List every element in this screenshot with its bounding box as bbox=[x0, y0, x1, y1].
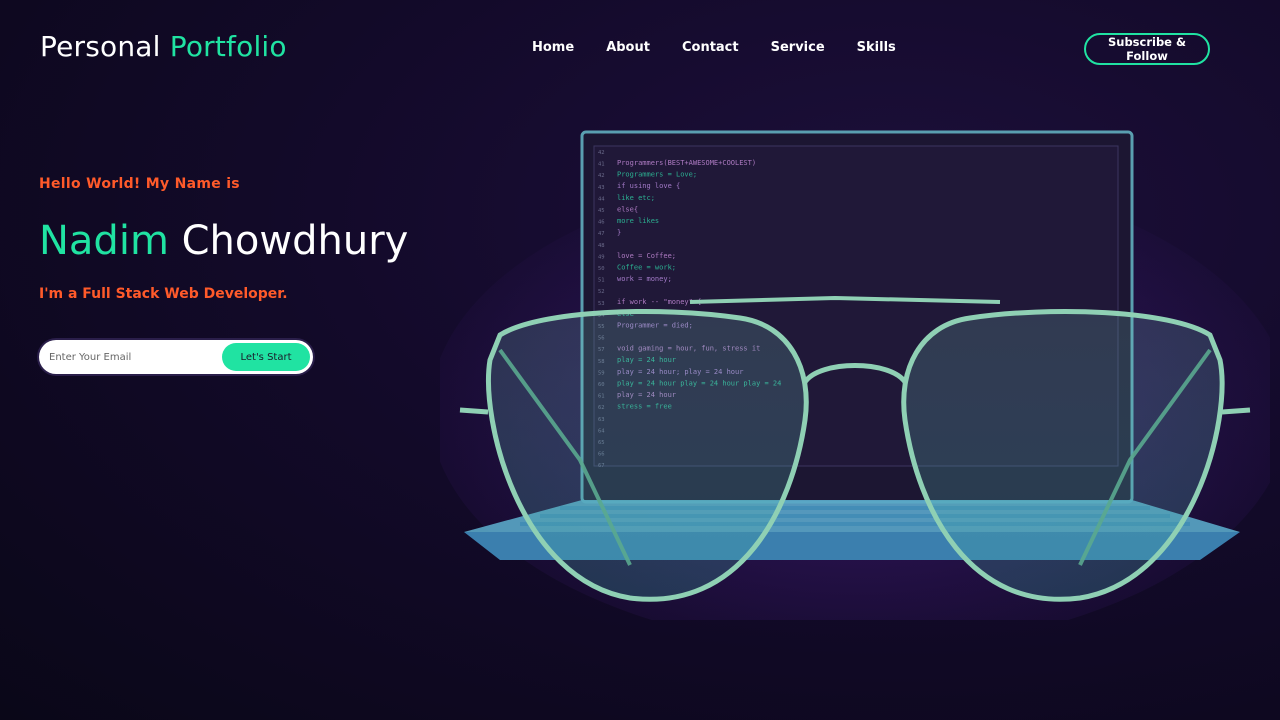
main-menu: Home About Contact Service Skills bbox=[532, 40, 928, 55]
code-line: Coffee = work; bbox=[617, 263, 676, 271]
top-navbar: Personal Portfolio Home About Contact Se… bbox=[0, 0, 1280, 96]
code-line-number: 49 bbox=[598, 254, 605, 260]
code-line: if using love { bbox=[617, 182, 680, 190]
code-line-number: 52 bbox=[598, 289, 605, 295]
laptop-glasses-illustration: 4241424344454647484950515253545556575859… bbox=[440, 130, 1270, 620]
hero-role: I'm a Full Stack Web Developer. bbox=[39, 286, 288, 302]
code-line-number: 48 bbox=[598, 243, 605, 249]
hero-last-name: Chowdhury bbox=[181, 218, 409, 264]
code-line: if work -- "money" { bbox=[617, 298, 701, 306]
code-line-number: 53 bbox=[598, 301, 605, 307]
nav-link-service[interactable]: Service bbox=[771, 40, 825, 55]
nav-link-skills[interactable]: Skills bbox=[857, 40, 896, 55]
subscribe-follow-button[interactable]: Subscribe & Follow bbox=[1084, 33, 1210, 65]
nav-link-home[interactable]: Home bbox=[532, 40, 574, 55]
code-line: love = Coffee; bbox=[617, 252, 676, 260]
code-line: like etc; bbox=[617, 194, 655, 202]
code-line: else{ bbox=[617, 205, 638, 213]
code-line: more likes bbox=[617, 217, 659, 225]
lets-start-button[interactable]: Let's Start bbox=[222, 343, 310, 371]
email-input[interactable] bbox=[49, 340, 219, 374]
brand-second-word: Portfolio bbox=[169, 30, 287, 63]
code-line-number: 47 bbox=[598, 231, 605, 237]
hero-greeting: Hello World! My Name is bbox=[39, 176, 240, 192]
hero-intro: Hello World! My Name is Nadim Chowdhury … bbox=[39, 176, 459, 302]
code-line-number: 43 bbox=[598, 185, 605, 191]
email-signup-form: Let's Start bbox=[39, 340, 313, 374]
code-line-number: 44 bbox=[598, 196, 605, 202]
code-line-number: 41 bbox=[598, 162, 605, 168]
code-line-number: 51 bbox=[598, 278, 605, 284]
code-line: Programmers(BEST+AWESOME+COOLEST) bbox=[617, 159, 756, 167]
code-line: } bbox=[617, 229, 621, 237]
nav-link-about[interactable]: About bbox=[606, 40, 650, 55]
code-line-number: 50 bbox=[598, 266, 605, 272]
brand-first-word: Personal bbox=[40, 30, 161, 63]
code-line: work = money; bbox=[617, 275, 672, 283]
code-line-number: 42 bbox=[598, 173, 605, 179]
hero-first-name: Nadim bbox=[39, 218, 169, 264]
code-line-number: 42 bbox=[598, 150, 605, 156]
hero-name: Nadim Chowdhury bbox=[39, 218, 408, 264]
code-line-number: 45 bbox=[598, 208, 605, 214]
code-line: Programmers = Love; bbox=[617, 171, 697, 179]
brand-logo[interactable]: Personal Portfolio bbox=[40, 30, 287, 63]
code-line-number: 46 bbox=[598, 220, 605, 226]
nav-link-contact[interactable]: Contact bbox=[682, 40, 739, 55]
